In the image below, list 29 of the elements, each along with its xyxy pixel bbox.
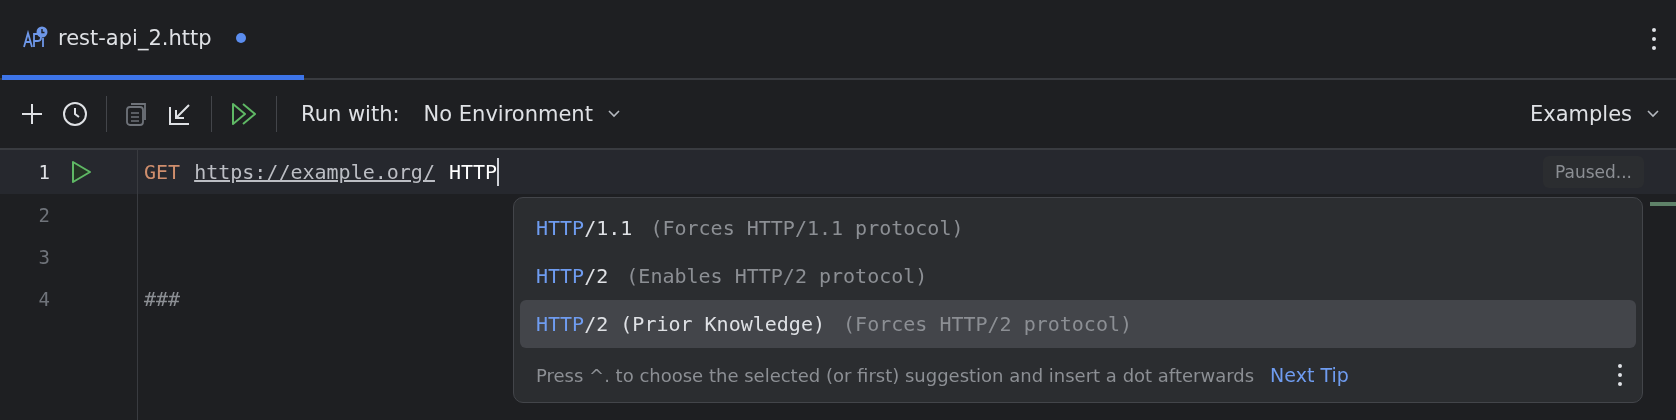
environment-dropdown[interactable]: No Environment	[417, 102, 627, 126]
examples-dropdown[interactable]: Examples	[1523, 102, 1666, 126]
status-badge: Paused...	[1543, 156, 1644, 188]
http-method: GET	[144, 160, 181, 184]
line-number: 4	[37, 288, 50, 310]
run-icon[interactable]	[70, 160, 92, 184]
file-tab[interactable]: rest-api_2.http	[2, 0, 304, 80]
completion-item[interactable]: HTTP/2 (Prior Knowledge) (Forces HTTP/2 protocol)	[520, 300, 1636, 348]
request-separator: ###	[144, 287, 181, 311]
request-url: https://example.org/	[194, 160, 435, 184]
line-number: 2	[37, 204, 50, 226]
tip-text: Press ^. to choose the selected (or first) suggestion and insert a dot afterwards	[536, 364, 1255, 386]
copy-icon[interactable]	[125, 101, 149, 127]
run-all-icon[interactable]	[230, 101, 258, 127]
run-with-label: Run with:	[301, 102, 400, 126]
chevron-down-icon	[606, 109, 621, 119]
line-number: 1	[37, 161, 50, 183]
next-tip-link[interactable]: Next Tip	[1270, 364, 1349, 386]
text-cursor	[497, 158, 500, 186]
completion-item[interactable]: HTTP/1.1 (Forces HTTP/1.1 protocol)	[520, 204, 1636, 252]
scroll-marker	[1650, 202, 1676, 206]
api-file-icon	[22, 25, 48, 50]
completion-item[interactable]: HTTP/2 (Enables HTTP/2 protocol)	[520, 252, 1636, 300]
add-icon[interactable]	[20, 102, 44, 126]
line-number: 3	[37, 246, 50, 268]
typed-text: HTTP	[448, 160, 498, 184]
history-icon[interactable]	[62, 101, 88, 127]
chevron-down-icon	[1646, 109, 1660, 119]
import-icon[interactable]	[167, 101, 193, 127]
